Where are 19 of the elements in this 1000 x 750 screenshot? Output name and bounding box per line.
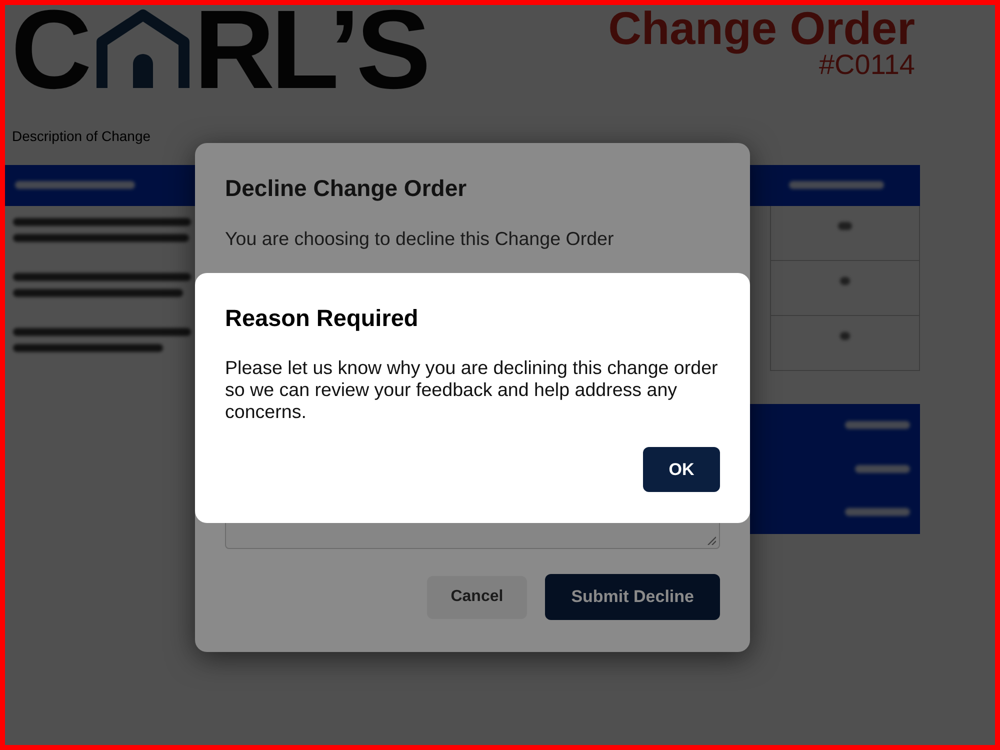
alert-message: Please let us know why you are declining this change order so we can review your feedback and help address any concerns. [225, 357, 719, 423]
primary-button[interactable]: OK [643, 447, 720, 492]
primary-button[interactable]: Submit Decline [545, 574, 720, 620]
section-label: Description of Change [12, 128, 152, 144]
logo-text: C [11, 5, 88, 112]
house-icon [96, 8, 190, 88]
alert-title: Reason Required [225, 305, 420, 331]
resize-grip-icon[interactable] [707, 536, 716, 545]
blurred-text [845, 508, 910, 516]
blurred-text [840, 276, 850, 285]
blurred-text [845, 421, 910, 430]
secondary-button[interactable]: Cancel [426, 576, 528, 618]
order-number: #C0114 [818, 51, 915, 79]
logo-text: RL’S [194, 5, 427, 112]
blurred-text [838, 222, 852, 230]
blurred-text [855, 464, 910, 473]
dialog-title: Decline Change Order [225, 176, 468, 200]
dialog-message: You are choosing to decline this Change Order [225, 228, 615, 250]
blurred-text [840, 332, 850, 340]
